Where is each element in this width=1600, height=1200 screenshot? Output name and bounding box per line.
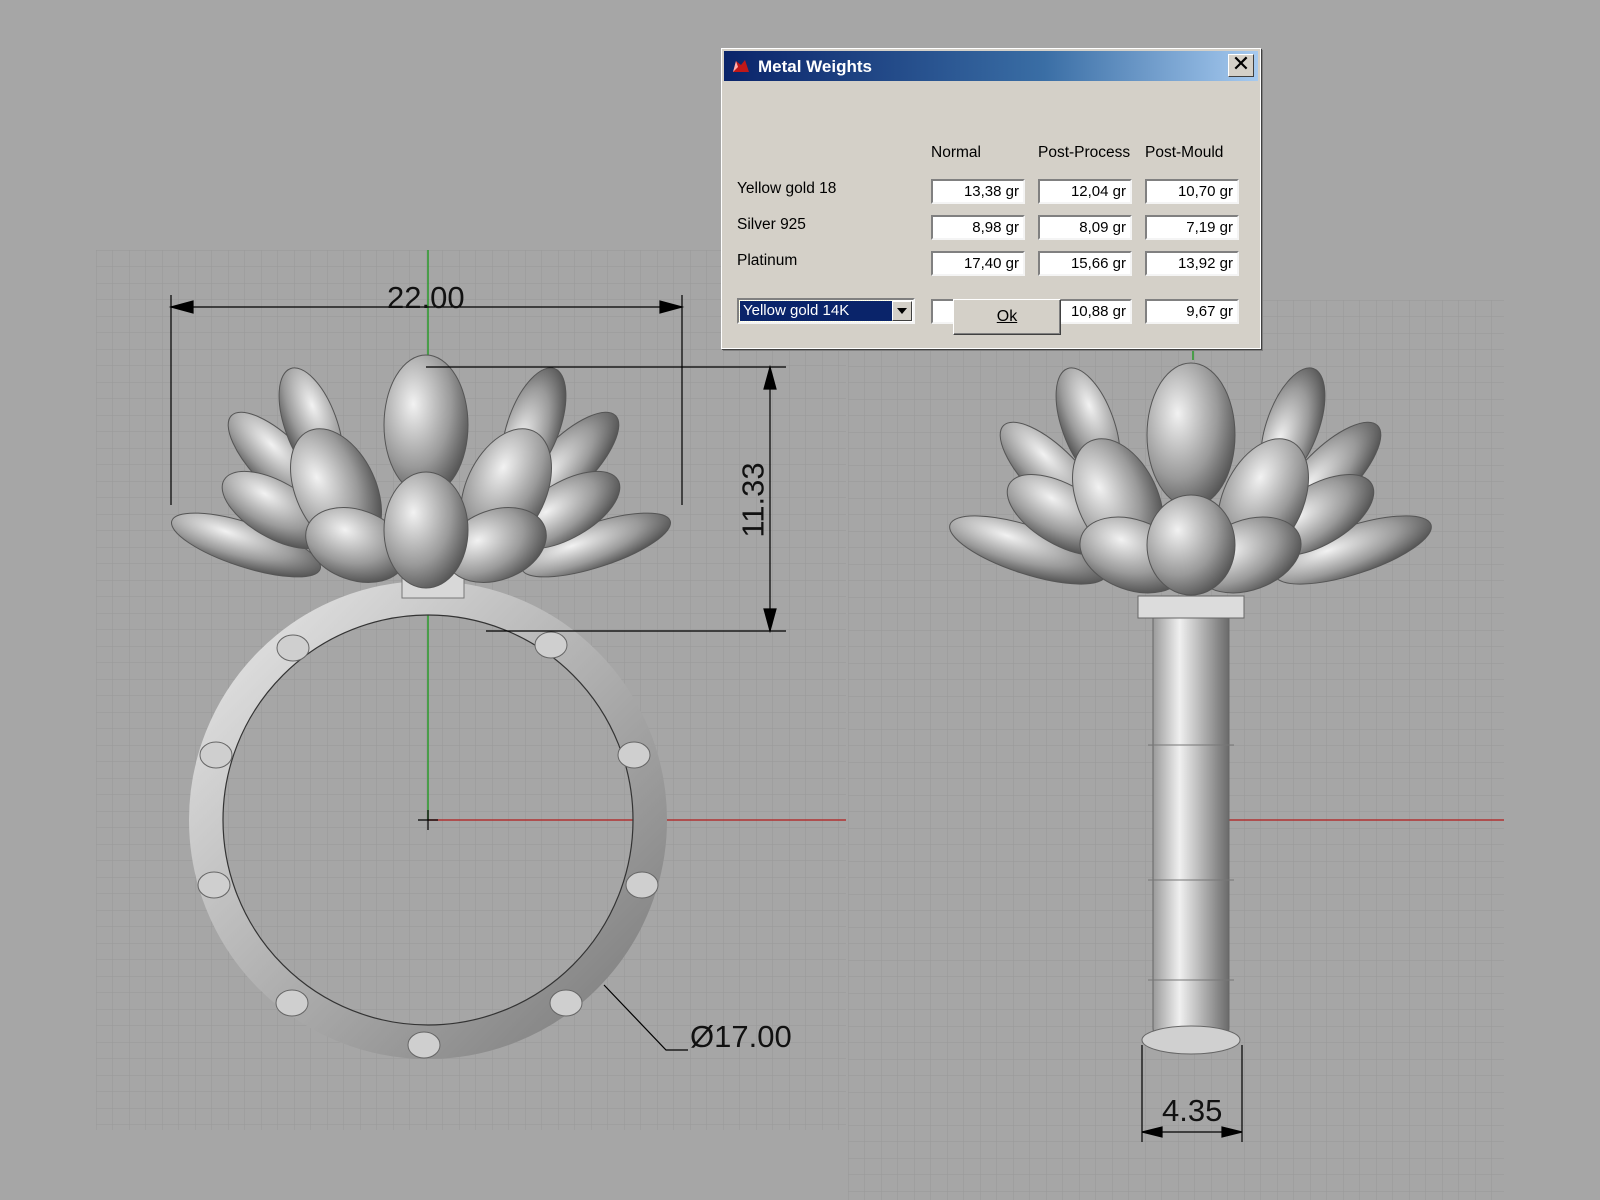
front-ring-drawing (168, 250, 846, 1059)
width-dimension-label: 22.00 (387, 280, 465, 315)
weight-field[interactable]: 13,38 gr (931, 179, 1025, 204)
shank (1152, 604, 1230, 1041)
metal-weights-dialog: Metal Weights ✕ Normal Post-Process Post… (721, 48, 1261, 349)
rhino-app-icon (733, 60, 749, 72)
row-label-yellow-gold-18: Yellow gold 18 (737, 180, 837, 197)
front-viewport[interactable]: 22.00 11.33 Ø17.00 (96, 250, 846, 1130)
side-ring-drawing (949, 340, 1504, 1142)
close-button[interactable]: ✕ (1228, 54, 1254, 77)
lotus-head (171, 354, 671, 589)
ok-button-label: Ok (996, 308, 1018, 325)
weight-field[interactable]: 7,19 gr (1145, 215, 1239, 240)
shank-dimension-label: 4.35 (1162, 1093, 1223, 1128)
weight-field[interactable]: 17,40 gr (931, 251, 1025, 276)
weight-field[interactable]: 13,92 gr (1145, 251, 1239, 276)
ok-button[interactable]: Ok (953, 299, 1061, 335)
row-label-platinum: Platinum (737, 252, 798, 269)
dialog-title: Metal Weights (758, 57, 872, 76)
dialog-titlebar[interactable]: Metal Weights ✕ (724, 51, 1258, 81)
metal-select[interactable]: Yellow gold 14K (737, 298, 915, 324)
height-dimension-label: 11.33 (735, 462, 771, 538)
column-header-post-mould: Post-Mould (1145, 144, 1224, 161)
side-viewport[interactable]: 4.35 (848, 300, 1504, 1200)
row-label-silver-925: Silver 925 (737, 216, 806, 233)
column-header-normal: Normal (931, 144, 981, 161)
chevron-down-icon (897, 308, 907, 314)
metal-select-dropdown-button[interactable] (892, 301, 912, 321)
diameter-leader (603, 984, 688, 1051)
column-header-post-process: Post-Process (1038, 144, 1131, 161)
weight-field[interactable]: 15,66 gr (1038, 251, 1132, 276)
side-lotus-head (949, 362, 1432, 596)
close-icon: ✕ (1231, 52, 1251, 77)
metal-select-value: Yellow gold 14K (739, 300, 893, 322)
weight-field[interactable]: 10,70 gr (1145, 179, 1239, 204)
weight-field[interactable]: 12,04 gr (1038, 179, 1132, 204)
weight-field[interactable]: 8,09 gr (1038, 215, 1132, 240)
diameter-dimension-label: Ø17.00 (690, 1019, 792, 1054)
weight-field[interactable]: 8,98 gr (931, 215, 1025, 240)
weight-field[interactable]: 9,67 gr (1145, 299, 1239, 324)
